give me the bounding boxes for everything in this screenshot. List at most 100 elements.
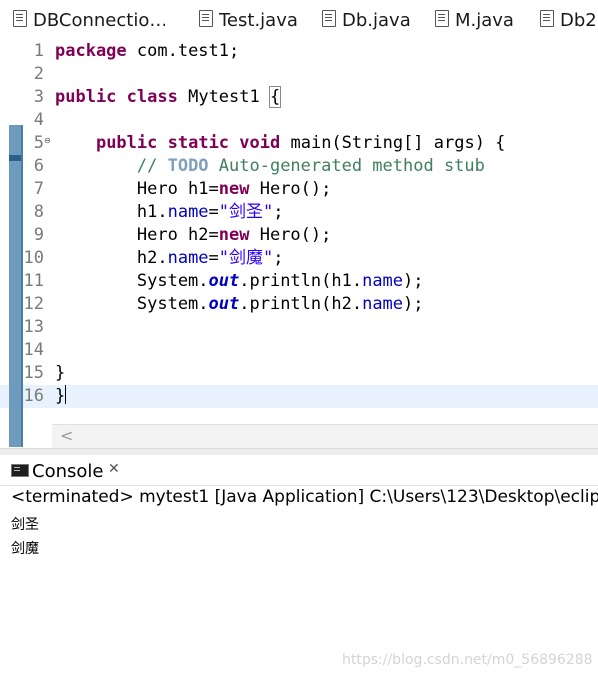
code-token: ; [273, 248, 284, 268]
java-file-icon [199, 10, 213, 27]
code-token: Mytest1 [177, 87, 270, 107]
tab-db2-java[interactable]: Db2.j [540, 9, 598, 33]
code-token: main(String[] args) { [280, 133, 506, 153]
code-line[interactable]: 5 ⊖ public static void main(String[] args… [0, 132, 598, 155]
code-text: } [55, 385, 67, 408]
code-token: ); [403, 271, 424, 291]
code-token: name [167, 248, 209, 268]
editor-tab-bar: DBConnectio… Test.java Db.java M.java Db… [0, 0, 598, 41]
code-token: public [95, 133, 158, 153]
code-token: com.test1; [126, 41, 240, 61]
code-token: Hero(); [249, 225, 332, 245]
code-line[interactable]: 16} [0, 385, 598, 408]
console-tab-bar: Console ✕ [0, 455, 598, 486]
code-token: out [208, 294, 240, 314]
code-token: h1. [55, 202, 168, 222]
line-number: 2 [33, 64, 44, 84]
code-text: public static void main(String[] args) { [55, 132, 505, 155]
code-text: Hero h2=new Hero(); [55, 224, 332, 247]
scroll-left-icon[interactable]: < [60, 426, 73, 445]
code-token: package [55, 41, 127, 61]
code-token: ); [403, 294, 424, 314]
console-icon [11, 464, 29, 477]
code-line[interactable]: 6 // TODO Auto-generated method stub [0, 155, 598, 178]
code-editor[interactable]: 1 package com.test1; 2 3 public class Mytest… [0, 40, 598, 448]
code-token: System. [55, 294, 209, 314]
java-file-icon [13, 10, 27, 27]
code-token: "剑魔" [218, 248, 274, 268]
code-line[interactable]: 11 System.out.println(h1.name); [0, 270, 598, 293]
line-number: 3 [33, 87, 44, 107]
code-token: name [362, 271, 404, 291]
code-line[interactable]: 2 [0, 63, 598, 86]
code-text: // TODO Auto-generated method stub [55, 155, 485, 178]
collapse-icon[interactable]: ⊖ [44, 136, 51, 145]
line-number: 1 [33, 41, 44, 61]
code-token: Hero h1= [55, 179, 219, 199]
code-text: } [55, 362, 65, 385]
code-token: new [218, 225, 250, 245]
code-text: System.out.println(h2.name); [55, 293, 424, 316]
code-token: out [208, 271, 240, 291]
code-token: = [208, 202, 219, 222]
code-token: class [126, 87, 178, 107]
code-line[interactable]: 7 Hero h1=new Hero(); [0, 178, 598, 201]
code-line[interactable]: 4 [0, 109, 598, 132]
close-icon[interactable]: ✕ [108, 461, 120, 477]
code-line[interactable]: 10 h2.name="剑魔"; [0, 247, 598, 270]
code-token: name [167, 202, 209, 222]
console-output-line: 剑圣 [11, 517, 39, 533]
tab-label: Db2.j [560, 10, 598, 31]
code-token: .println(h2. [239, 294, 363, 314]
code-token: "剑圣" [218, 202, 274, 222]
code-text: h2.name="剑魔"; [55, 247, 284, 270]
code-text: Hero h1=new Hero(); [55, 178, 332, 201]
code-token: = [208, 248, 219, 268]
code-token: name [362, 294, 404, 314]
code-text: h1.name="剑圣"; [55, 201, 284, 224]
code-token: ; [273, 202, 284, 222]
code-text: public class Mytest1 { [55, 86, 282, 109]
code-token: { [268, 86, 282, 108]
console-tab-label[interactable]: Console [32, 461, 103, 482]
change-ruler [9, 125, 23, 447]
code-token: } [55, 363, 66, 383]
code-line[interactable]: 8 h1.name="剑圣"; [0, 201, 598, 224]
java-file-icon [435, 10, 449, 27]
java-file-icon [540, 10, 554, 27]
code-text: System.out.println(h1.name); [55, 270, 424, 293]
tab-m-java[interactable]: M.java [435, 9, 515, 33]
code-token: Auto-generated method stub [208, 156, 485, 176]
console-output-line: 剑魔 [11, 541, 39, 557]
code-token: h2. [55, 248, 168, 268]
tab-db-java[interactable]: Db.java [322, 9, 412, 33]
warning-marker-icon [9, 155, 21, 161]
tab-test-java[interactable]: Test.java [199, 9, 299, 33]
code-line[interactable]: 9 Hero h2=new Hero(); [0, 224, 598, 247]
code-token: static [167, 133, 230, 153]
code-line[interactable]: 14 [0, 339, 598, 362]
code-line[interactable]: 15} [0, 362, 598, 385]
code-line[interactable]: 3 public class Mytest1 { [0, 86, 598, 109]
code-token: new [218, 179, 250, 199]
code-token: .println(h1. [239, 271, 363, 291]
code-token: TODO [167, 156, 209, 176]
tab-label: DBConnectio… [33, 10, 165, 31]
code-token: // [55, 156, 168, 176]
horizontal-scrollbar[interactable]: < [52, 424, 598, 449]
tab-dbconnection[interactable]: DBConnectio… [13, 9, 165, 33]
code-line[interactable]: 1 package com.test1; [0, 40, 598, 63]
tab-label: Test.java [219, 10, 298, 31]
code-token: } [55, 386, 66, 406]
tab-label: Db.java [342, 10, 411, 31]
java-file-icon [322, 10, 336, 27]
code-line[interactable]: 13 [0, 316, 598, 339]
code-token: Hero(); [249, 179, 332, 199]
code-line[interactable]: 12 System.out.println(h2.name); [0, 293, 598, 316]
code-token: void [239, 133, 281, 153]
code-token: System. [55, 271, 209, 291]
